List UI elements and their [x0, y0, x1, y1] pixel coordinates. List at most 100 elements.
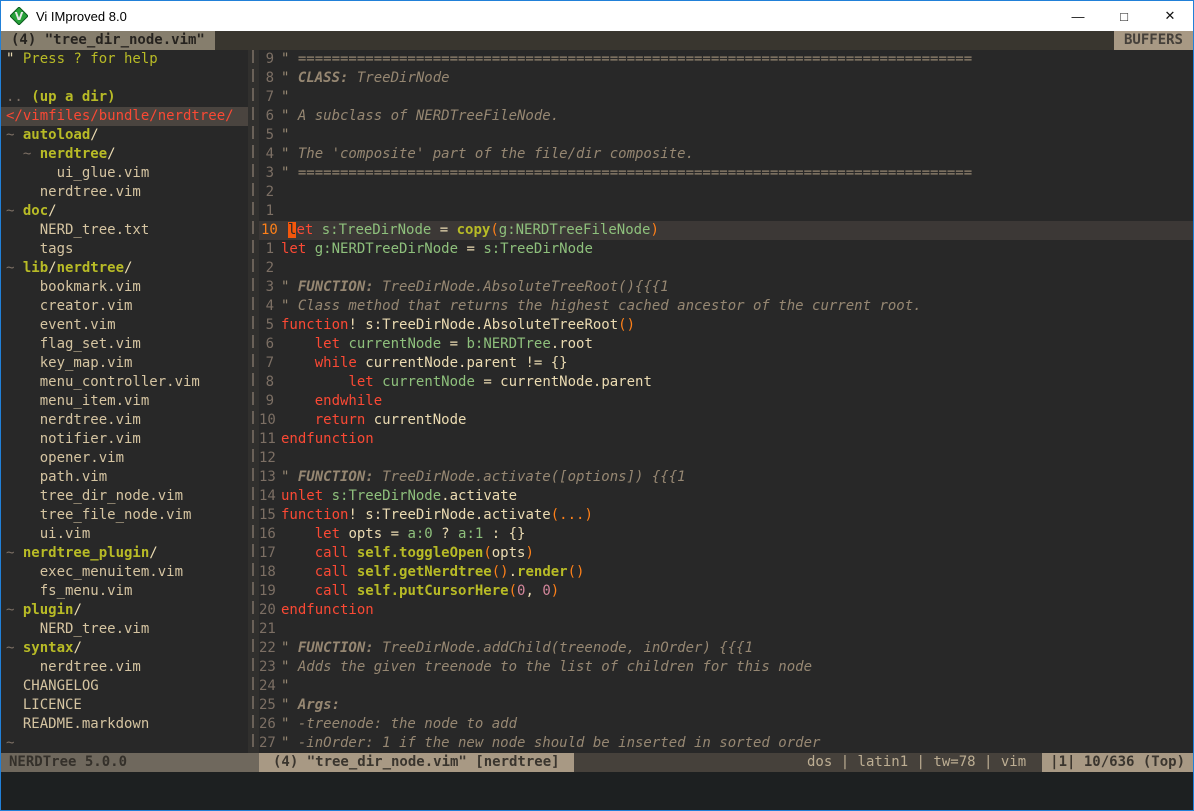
tree-item[interactable]: LICENCE	[1, 696, 248, 715]
tree-item[interactable]: ui_glue.vim	[1, 164, 248, 183]
tree-item[interactable]: tree_file_node.vim	[1, 506, 248, 525]
code-line[interactable]: 2	[259, 259, 1193, 278]
tree-item[interactable]: nerdtree.vim	[1, 658, 248, 677]
code-line[interactable]: 24"	[259, 677, 1193, 696]
tree-item[interactable]: ~ nerdtree/	[1, 145, 248, 164]
code-line[interactable]: 13" FUNCTION: TreeDirNode.activate([opti…	[259, 468, 1193, 487]
code-line[interactable]: 6 let currentNode = b:NERDTree.root	[259, 335, 1193, 354]
code-line[interactable]: 18 call self.getNerdtree().render()	[259, 563, 1193, 582]
code-line[interactable]: 9" =====================================…	[259, 50, 1193, 69]
code-line-text	[281, 449, 1193, 468]
tree-item[interactable]: creator.vim	[1, 297, 248, 316]
tabline: (4) "tree_dir_node.vim" BUFFERS	[1, 31, 1193, 50]
tree-item[interactable]: path.vim	[1, 468, 248, 487]
code-line[interactable]: 7 while currentNode.parent != {}	[259, 354, 1193, 373]
code-line[interactable]: 12	[259, 449, 1193, 468]
code-line[interactable]: 6" A subclass of NERDTreeFileNode.	[259, 107, 1193, 126]
tree-item[interactable]: tags	[1, 240, 248, 259]
line-number: 12	[259, 449, 281, 468]
tree-item[interactable]: README.markdown	[1, 715, 248, 734]
tree-item[interactable]: NERD_tree.vim	[1, 620, 248, 639]
line-number: 27	[259, 734, 281, 753]
code-line[interactable]: 23" Adds the given treenode to the list …	[259, 658, 1193, 677]
tree-item[interactable]: bookmark.vim	[1, 278, 248, 297]
tree-item[interactable]: ~ plugin/	[1, 601, 248, 620]
svg-text:V: V	[15, 10, 24, 23]
code-line[interactable]: 11endfunction	[259, 430, 1193, 449]
tree-item[interactable]: ~ autoload/	[1, 126, 248, 145]
tree-item[interactable]: ui.vim	[1, 525, 248, 544]
code-line-text: call self.toggleOpen(opts)	[281, 544, 1193, 563]
code-line[interactable]: 8 let currentNode = currentNode.parent	[259, 373, 1193, 392]
minimize-icon[interactable]: —	[1055, 1, 1101, 31]
tree-item[interactable]: event.vim	[1, 316, 248, 335]
line-number: 4	[259, 297, 281, 316]
tree-item[interactable]: nerdtree.vim	[1, 183, 248, 202]
code-line[interactable]: 8" CLASS: TreeDirNode	[259, 69, 1193, 88]
code-line[interactable]: 4" The 'composite' part of the file/dir …	[259, 145, 1193, 164]
code-line[interactable]: 15function! s:TreeDirNode.activate(...)	[259, 506, 1193, 525]
tree-item[interactable]: nerdtree.vim	[1, 411, 248, 430]
code-line[interactable]: 25" Args:	[259, 696, 1193, 715]
code-line[interactable]: 4" Class method that returns the highest…	[259, 297, 1193, 316]
code-line[interactable]: 9 endwhile	[259, 392, 1193, 411]
code-line[interactable]: 2	[259, 183, 1193, 202]
code-line[interactable]: 27" -inOrder: 1 if the new node should b…	[259, 734, 1193, 753]
code-line[interactable]: 1let g:NERDTreeDirNode = s:TreeDirNode	[259, 240, 1193, 259]
command-line[interactable]	[1, 772, 1193, 810]
main-split: " Press ? for help .. (up a dir)</vimfile…	[1, 50, 1193, 753]
tree-item[interactable]	[1, 69, 248, 88]
tree-item[interactable]: notifier.vim	[1, 430, 248, 449]
tree-item[interactable]: flag_set.vim	[1, 335, 248, 354]
code-line[interactable]: 17 call self.toggleOpen(opts)	[259, 544, 1193, 563]
tree-item[interactable]: fs_menu.vim	[1, 582, 248, 601]
code-line[interactable]: 3" FUNCTION: TreeDirNode.AbsoluteTreeRoo…	[259, 278, 1193, 297]
tree-item[interactable]: ~ syntax/	[1, 639, 248, 658]
tree-item[interactable]: ~ nerdtree_plugin/	[1, 544, 248, 563]
code-line[interactable]: 5function! s:TreeDirNode.AbsoluteTreeRoo…	[259, 316, 1193, 335]
line-number: 14	[259, 487, 281, 506]
code-line[interactable]: 3" =====================================…	[259, 164, 1193, 183]
code-line[interactable]: 10 return currentNode	[259, 411, 1193, 430]
buffer-tab[interactable]: (4) "tree_dir_node.vim"	[1, 31, 215, 50]
code-line-text: " The 'composite' part of the file/dir c…	[281, 145, 1193, 164]
tree-item[interactable]: .. (up a dir)	[1, 88, 248, 107]
code-line[interactable]: 22" FUNCTION: TreeDirNode.addChild(treen…	[259, 639, 1193, 658]
tree-item[interactable]: exec_menuitem.vim	[1, 563, 248, 582]
tree-item[interactable]: NERD_tree.txt	[1, 221, 248, 240]
code-line-current[interactable]: 10let s:TreeDirNode = copy(g:NERDTreeFil…	[259, 221, 1193, 240]
close-icon[interactable]: ✕	[1147, 1, 1193, 31]
tree-item[interactable]: CHANGELOG	[1, 677, 248, 696]
code-line-text: call self.getNerdtree().render()	[281, 563, 1193, 582]
vertical-split-separator[interactable]	[248, 50, 259, 753]
code-line[interactable]: 5"	[259, 126, 1193, 145]
tree-item[interactable]: key_map.vim	[1, 354, 248, 373]
line-number: 13	[259, 468, 281, 487]
window-title: Vi IMproved 8.0	[36, 9, 127, 24]
code-line[interactable]: 19 call self.putCursorHere(0, 0)	[259, 582, 1193, 601]
tree-item[interactable]: ~	[1, 734, 248, 753]
line-number: 25	[259, 696, 281, 715]
code-line[interactable]: 1	[259, 202, 1193, 221]
tree-item[interactable]: opener.vim	[1, 449, 248, 468]
code-line[interactable]: 20endfunction	[259, 601, 1193, 620]
code-line[interactable]: 26" -treenode: the node to add	[259, 715, 1193, 734]
statusline: NERDTree 5.0.0 (4) "tree_dir_node.vim" […	[1, 753, 1193, 772]
line-number: 9	[259, 392, 281, 411]
line-number: 10	[259, 411, 281, 430]
tree-item[interactable]: menu_controller.vim	[1, 373, 248, 392]
tree-root-path[interactable]: </vimfiles/bundle/nerdtree/	[1, 107, 248, 126]
code-line[interactable]: 14unlet s:TreeDirNode.activate	[259, 487, 1193, 506]
tree-item[interactable]: ~ lib/nerdtree/	[1, 259, 248, 278]
line-number: 19	[259, 582, 281, 601]
maximize-icon[interactable]: □	[1101, 1, 1147, 31]
code-line[interactable]: 21	[259, 620, 1193, 639]
tree-item[interactable]: menu_item.vim	[1, 392, 248, 411]
tree-item[interactable]: " Press ? for help	[1, 50, 248, 69]
code-line[interactable]: 7"	[259, 88, 1193, 107]
tree-item[interactable]: ~ doc/	[1, 202, 248, 221]
tree-item[interactable]: tree_dir_node.vim	[1, 487, 248, 506]
line-number: 4	[259, 145, 281, 164]
code-line[interactable]: 16 let opts = a:0 ? a:1 : {}	[259, 525, 1193, 544]
code-line-text: endfunction	[281, 601, 1193, 620]
